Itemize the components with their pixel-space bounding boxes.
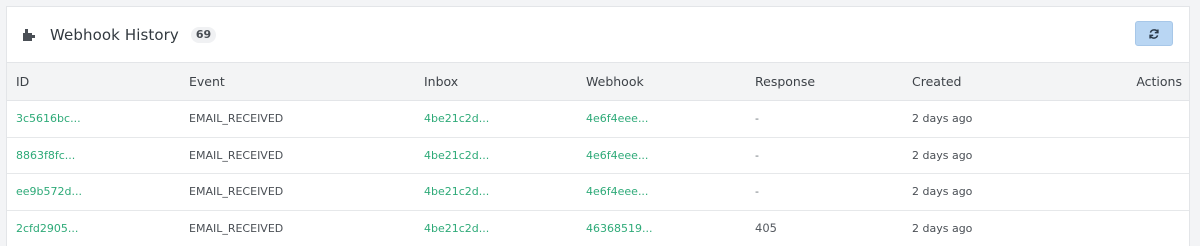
- row-event: EMAIL_RECEIVED: [189, 221, 284, 235]
- row-actions: [1053, 137, 1189, 174]
- table-row: ee9b572d... EMAIL_RECEIVED 4be21c2d... 4…: [7, 174, 1189, 211]
- row-actions: [1053, 101, 1189, 138]
- row-actions: [1053, 174, 1189, 211]
- row-response: -: [755, 185, 759, 199]
- column-header-actions: Actions: [1136, 74, 1182, 89]
- table-row: 3c5616bc... EMAIL_RECEIVED 4be21c2d... 4…: [7, 101, 1189, 138]
- webhook-history-table: ID Event Inbox Webhook Response Created …: [7, 62, 1189, 246]
- row-actions: [1053, 210, 1189, 246]
- table-row: 2cfd2905... EMAIL_RECEIVED 4be21c2d... 4…: [7, 210, 1189, 246]
- column-header-event[interactable]: Event: [180, 63, 415, 101]
- row-response: 405: [755, 221, 777, 236]
- card-header: Webhook History 69: [7, 7, 1189, 62]
- row-response: -: [755, 148, 759, 162]
- row-webhook-link[interactable]: 4e6f4eee...: [577, 137, 746, 174]
- column-header-webhook[interactable]: Webhook: [577, 63, 746, 101]
- refresh-icon: [1148, 28, 1160, 40]
- row-created: 2 days ago: [912, 221, 973, 235]
- row-webhook-link[interactable]: 4e6f4eee...: [577, 101, 746, 138]
- row-event: EMAIL_RECEIVED: [189, 185, 284, 199]
- row-inbox-link[interactable]: 4be21c2d...: [415, 101, 577, 138]
- row-id-link[interactable]: 3c5616bc...: [7, 101, 180, 138]
- row-response: -: [755, 112, 759, 126]
- row-webhook-link[interactable]: 4e6f4eee...: [577, 174, 746, 211]
- row-inbox-link[interactable]: 4be21c2d...: [415, 137, 577, 174]
- column-header-inbox[interactable]: Inbox: [415, 63, 577, 101]
- row-created: 2 days ago: [912, 148, 973, 162]
- row-event: EMAIL_RECEIVED: [189, 112, 284, 126]
- webhook-history-card: Webhook History 69 ID Event Inbox Webhoo…: [6, 6, 1190, 246]
- row-id-link[interactable]: 8863f8fc...: [7, 137, 180, 174]
- table-header-row: ID Event Inbox Webhook Response Created …: [7, 62, 1189, 101]
- plugin-icon: [21, 27, 37, 43]
- page-title: Webhook History: [50, 25, 179, 44]
- row-created: 2 days ago: [912, 112, 973, 126]
- count-badge: 69: [190, 26, 217, 43]
- row-inbox-link[interactable]: 4be21c2d...: [415, 210, 577, 246]
- refresh-button[interactable]: [1135, 21, 1173, 46]
- column-header-response[interactable]: Response: [746, 63, 903, 101]
- row-id-link[interactable]: ee9b572d...: [7, 174, 180, 211]
- row-webhook-link[interactable]: 46368519...: [577, 210, 746, 246]
- table-row: 8863f8fc... EMAIL_RECEIVED 4be21c2d... 4…: [7, 137, 1189, 174]
- column-header-id[interactable]: ID: [7, 63, 180, 101]
- row-created: 2 days ago: [912, 185, 973, 199]
- row-inbox-link[interactable]: 4be21c2d...: [415, 174, 577, 211]
- row-id-link[interactable]: 2cfd2905...: [7, 210, 180, 246]
- column-header-created[interactable]: Created: [903, 63, 1053, 101]
- row-event: EMAIL_RECEIVED: [189, 148, 284, 162]
